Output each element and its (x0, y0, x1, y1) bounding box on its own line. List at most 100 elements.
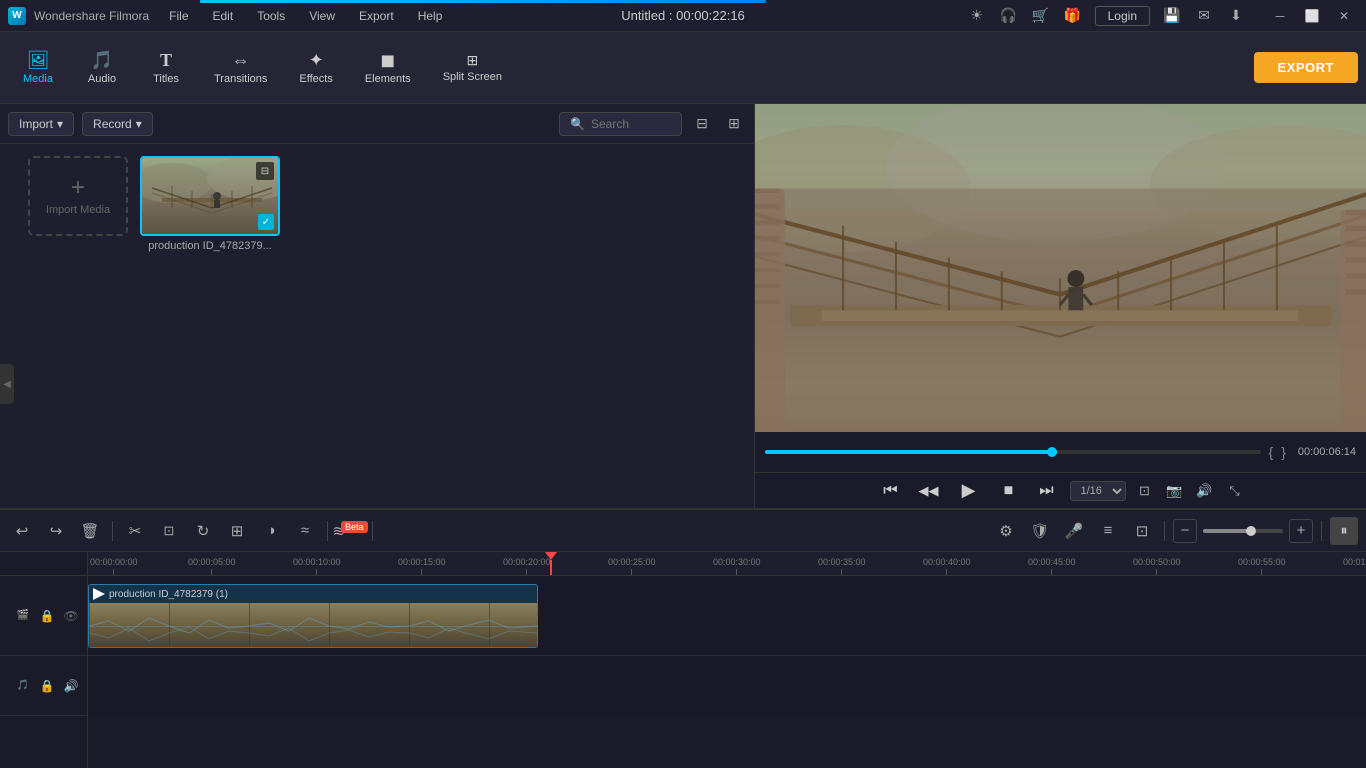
tool-elements[interactable]: ◼ Elements (351, 45, 425, 91)
elements-label: Elements (365, 73, 411, 85)
login-button[interactable]: Login (1095, 6, 1150, 26)
effects-icon: ✦ (309, 51, 324, 69)
playback-controls: ⏮ ◀◀ ▶ ■ ⏭ 1/16 1/8 1/4 1/2 Full ⊡ 📷 🔊 ⤡ (755, 472, 1366, 508)
main-content: Import ▾ Record ▾ 🔍 ⊟ ⊞ ◀ + Import Media (0, 104, 1366, 508)
volume-icon[interactable]: 🔊 (1194, 480, 1216, 502)
import-dropdown[interactable]: Import ▾ (8, 112, 74, 136)
cut-button[interactable]: ✂ (121, 517, 149, 545)
video-lock-icon[interactable]: 🔒 (37, 606, 57, 626)
record-dropdown[interactable]: Record ▾ (82, 112, 153, 136)
preview-panel: { } 00:00:06:14 ⏮ ◀◀ ▶ ■ ⏭ 1/16 1/8 1/4 … (755, 104, 1366, 508)
step-forward-button[interactable]: ⏭ (1032, 476, 1062, 506)
shield-icon[interactable]: 🛡 (1026, 517, 1054, 545)
ruler-tick-1: 00:00:05:00 (188, 557, 236, 575)
screenshot-icon[interactable]: 📷 (1164, 480, 1186, 502)
zoom-slider[interactable] (1203, 529, 1283, 533)
cart-icon[interactable]: 🛒 (1031, 6, 1051, 26)
media-toolbar: Import ▾ Record ▾ 🔍 ⊟ ⊞ (0, 104, 754, 144)
mic-icon[interactable]: 🎤 (1060, 517, 1088, 545)
headphone-icon[interactable]: 🎧 (999, 6, 1019, 26)
maximize-button[interactable]: ⬜ (1298, 5, 1326, 27)
bracket-left-icon[interactable]: { (1269, 444, 1274, 460)
frame-back-button[interactable]: ◀◀ (914, 476, 944, 506)
save-icon[interactable]: 💾 (1162, 6, 1182, 26)
clip-thumbnail-strip (89, 603, 537, 648)
filter-icon[interactable]: ⊟ (690, 112, 714, 136)
zoom-handle[interactable] (1246, 526, 1256, 536)
fullscreen-icon[interactable]: ⤡ (1224, 480, 1246, 502)
tool-audio[interactable]: 🎵 Audio (72, 45, 132, 91)
sun-icon[interactable]: ☀ (967, 6, 987, 26)
step-back-button[interactable]: ⏮ (876, 476, 906, 506)
audio-volume-icon[interactable]: 🔊 (61, 676, 81, 696)
video-visibility-icon[interactable]: 👁 (61, 606, 81, 626)
toolbar: 🖼 Media 🎵 Audio T Titles ⇔ Transitions ✦… (0, 32, 1366, 104)
menu-export[interactable]: Export (355, 7, 398, 25)
quality-select[interactable]: 1/16 1/8 1/4 1/2 Full (1070, 481, 1126, 501)
transition-icon[interactable]: ≡ (1094, 517, 1122, 545)
layout-icon[interactable]: ⊡ (1128, 517, 1156, 545)
video-clip[interactable]: production ID_4782379 (1) (88, 584, 538, 648)
rotate-button[interactable]: ↻ (189, 517, 217, 545)
media-thumbnail[interactable]: ⊟ ✓ (140, 156, 280, 236)
audio-button[interactable]: ≈ (291, 517, 319, 545)
scrubber-handle[interactable] (1047, 447, 1057, 457)
video-track-label-icon: 🎬 (13, 606, 33, 626)
import-media-button[interactable]: + Import Media (28, 156, 128, 236)
crop-button[interactable]: ⊡ (155, 517, 183, 545)
tool-titles[interactable]: T Titles (136, 45, 196, 91)
play-button[interactable]: ▶ (952, 474, 986, 508)
tool-transitions[interactable]: ⇔ Transitions (200, 45, 281, 91)
download-icon[interactable]: ⬇ (1226, 6, 1246, 26)
video-preview (755, 104, 1366, 432)
view-options-icon[interactable]: ⊞ (722, 112, 746, 136)
redo-button[interactable]: ↪ (42, 517, 70, 545)
timeline-pause-button[interactable]: ⏸ (1330, 517, 1358, 545)
gift-icon[interactable]: 🎁 (1063, 6, 1083, 26)
minimize-button[interactable]: ─ (1266, 5, 1294, 27)
app-logo: W (8, 7, 26, 25)
thumbnail-info-icon[interactable]: ⊟ (256, 162, 274, 180)
tool-split-screen[interactable]: ⊞ Split Screen (429, 47, 516, 89)
tool-media[interactable]: 🖼 Media (8, 45, 68, 91)
plus-icon: + (71, 176, 85, 200)
bracket-right-icon[interactable]: } (1281, 444, 1286, 460)
export-button[interactable]: EXPORT (1254, 52, 1358, 83)
color-button[interactable]: ◑ (257, 517, 285, 545)
time-display: 00:00:06:14 (1298, 446, 1356, 458)
scrubber[interactable] (765, 450, 1261, 454)
effects-label: Effects (299, 73, 332, 85)
speed-button[interactable]: ≋ Beta (336, 517, 364, 545)
playhead-line (550, 560, 552, 576)
transform-button[interactable]: ⊞ (223, 517, 251, 545)
fit-to-screen-icon[interactable]: ⊡ (1134, 480, 1156, 502)
menu-help[interactable]: Help (414, 7, 447, 25)
search-input[interactable] (591, 117, 671, 131)
preview-controls: { } 00:00:06:14 (755, 432, 1366, 472)
menu-view[interactable]: View (305, 7, 339, 25)
ruler-tick-0: 00:00:00:00 (90, 557, 138, 575)
ruler-tick-7: 00:00:35:00 (818, 557, 866, 575)
delete-button[interactable]: 🗑 (76, 517, 104, 545)
audio-lock-icon[interactable]: 🔒 (37, 676, 57, 696)
stop-button[interactable]: ■ (994, 476, 1024, 506)
video-track-header: 🎬 🔒 👁 (0, 576, 87, 656)
thumbnail-check-icon: ✓ (258, 214, 274, 230)
undo-button[interactable]: ↩ (8, 517, 36, 545)
menu-file[interactable]: File (165, 7, 192, 25)
menu-edit[interactable]: Edit (209, 7, 238, 25)
split-screen-label: Split Screen (443, 71, 502, 83)
window-controls: ─ ⬜ ✕ (1266, 5, 1358, 27)
zoom-out-button[interactable]: − (1173, 519, 1197, 543)
clip-name: production ID_4782379 (1) (109, 589, 228, 600)
clip-waveform (89, 603, 537, 648)
mail-icon[interactable]: ✉ (1194, 6, 1214, 26)
close-button[interactable]: ✕ (1330, 5, 1358, 27)
zoom-in-button[interactable]: + (1289, 519, 1313, 543)
tool-effects[interactable]: ✦ Effects (285, 45, 346, 91)
menu-tools[interactable]: Tools (253, 7, 289, 25)
collapse-button[interactable]: ◀ (0, 364, 14, 404)
settings-icon[interactable]: ⚙ (992, 517, 1020, 545)
elements-icon: ◼ (380, 51, 395, 69)
beta-badge: Beta (341, 521, 368, 533)
